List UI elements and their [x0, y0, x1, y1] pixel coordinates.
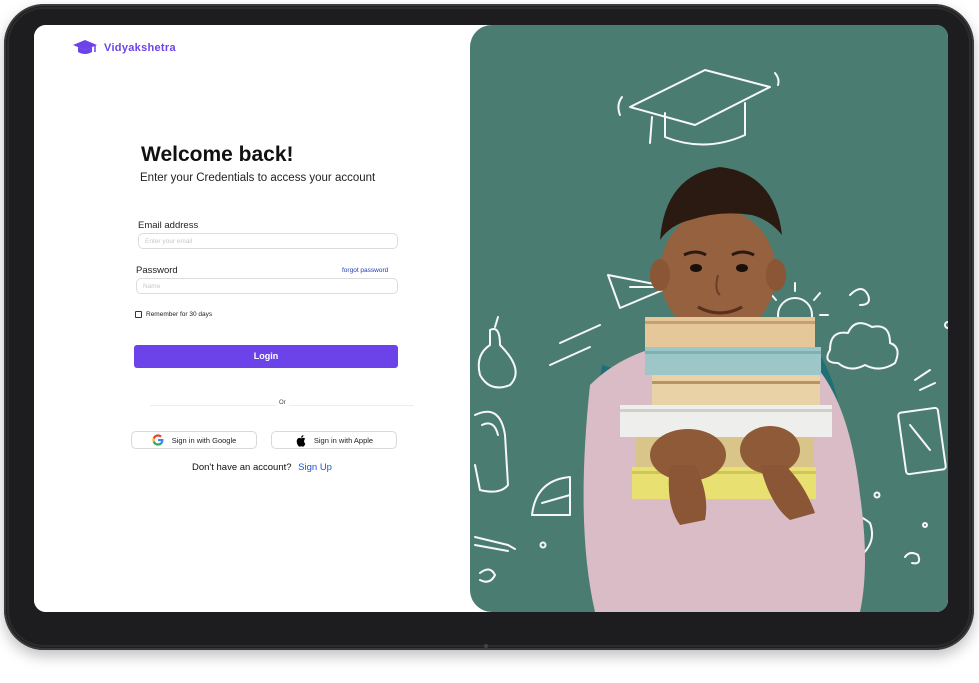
- or-separator: Or: [276, 400, 289, 406]
- apple-button-label: Sign in with Apple: [313, 435, 374, 445]
- apple-icon: [296, 434, 306, 447]
- brand-name: Vidyakshetra: [104, 42, 176, 54]
- signup-row: Don't have an account? Sign Up: [192, 462, 332, 473]
- brand[interactable]: Vidyakshetra: [72, 39, 176, 57]
- password-label: Password: [136, 265, 178, 276]
- pencil-icon: [474, 536, 516, 552]
- forgot-password-link[interactable]: forgot password: [342, 267, 388, 274]
- cloud-icon: [826, 322, 899, 370]
- signup-link[interactable]: Sign Up: [298, 462, 332, 473]
- google-signin-button[interactable]: Sign in with Google: [131, 431, 257, 449]
- login-button[interactable]: Login: [134, 345, 398, 368]
- remember-me[interactable]: Remember for 30 days: [135, 311, 212, 318]
- spiral-doodle-icon: [479, 568, 496, 583]
- cap-doodle-icon: [617, 69, 780, 146]
- page-subtitle: Enter your Credentials to access your ac…: [140, 172, 376, 184]
- screen: Vidyakshetra Welcome back! Enter your Cr…: [34, 25, 948, 612]
- hero-illustration: [474, 69, 948, 612]
- tablet-doodle-icon: [897, 406, 947, 476]
- apple-signin-button[interactable]: Sign in with Apple: [271, 431, 397, 449]
- login-panel: Vidyakshetra Welcome back! Enter your Cr…: [34, 25, 470, 612]
- hero-panel: [470, 25, 948, 612]
- graduation-cap-icon: [73, 40, 97, 54]
- google-icon: [152, 434, 164, 446]
- student-figure: [583, 167, 865, 612]
- protractor-icon: [531, 476, 571, 516]
- remember-checkbox[interactable]: [135, 311, 142, 318]
- loop-doodle-icon: [904, 551, 921, 565]
- email-field[interactable]: Enter your email: [138, 233, 398, 249]
- signup-prompt: Don't have an account?: [192, 462, 292, 473]
- password-field[interactable]: Name: [136, 278, 398, 294]
- backpack-doodle-icon: [474, 410, 509, 493]
- swirl-doodle-icon: [849, 288, 870, 306]
- pear-icon: [477, 316, 517, 389]
- camera-dot: [484, 644, 488, 648]
- remember-label: Remember for 30 days: [146, 311, 213, 318]
- page-title: Welcome back!: [141, 143, 294, 166]
- google-button-label: Sign in with Google: [171, 435, 237, 445]
- email-label: Email address: [138, 220, 199, 231]
